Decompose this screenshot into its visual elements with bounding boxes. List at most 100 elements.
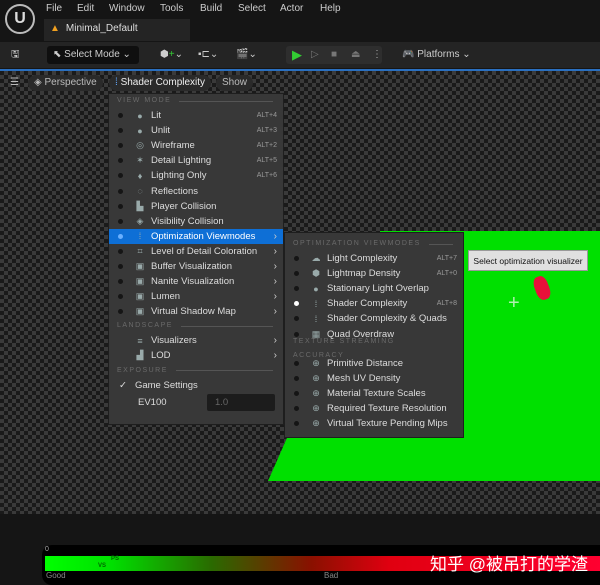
radio-icon — [294, 375, 299, 381]
menu-item-shader-complexity-quads[interactable]: ⁞ Shader Complexity & Quads — [285, 311, 463, 326]
radio-icon — [118, 294, 123, 300]
menu-window[interactable]: Window — [109, 3, 145, 14]
legend-good: Good — [46, 571, 66, 580]
stop-icon[interactable]: ■ — [331, 46, 337, 64]
select-mode-dropdown[interactable]: ⬉ Select Mode ⌄ — [47, 46, 139, 64]
menu-item-quad-overdraw[interactable]: ▦ Quad Overdraw — [285, 326, 463, 341]
menu-item-label: Primitive Distance — [327, 357, 404, 369]
menu-item-label: Shader Complexity — [327, 298, 408, 310]
step-icon[interactable]: ▷ — [311, 46, 319, 64]
unreal-logo-icon[interactable]: U — [5, 4, 35, 34]
radio-icon — [294, 286, 299, 292]
menu-item-material-texture-scales[interactable]: ⊕ Material Texture Scales — [285, 386, 463, 401]
game-settings-toggle[interactable]: ✓ Game Settings — [109, 378, 283, 393]
cursor-icon: ⬉ — [53, 49, 65, 60]
level-tab[interactable]: ▲ Minimal_Default — [44, 19, 190, 41]
platforms-dropdown[interactable]: 🎮 Platforms ⌄ — [402, 46, 471, 64]
menu-item-primitive-distance[interactable]: ⊕ Primitive Distance — [285, 356, 463, 371]
show-button[interactable]: Show — [216, 75, 254, 91]
hamburger-menu-icon[interactable]: ☰ — [4, 75, 25, 91]
gamepad-icon: 🎮 — [402, 49, 418, 60]
shortcut-label: ALT+5 — [256, 157, 277, 165]
menu-item-label: Optimization Viewmodes — [151, 230, 256, 242]
section-exposure: EXPOSURE — [109, 364, 283, 378]
radio-icon — [294, 360, 299, 366]
radio-icon — [118, 218, 123, 224]
menu-item-lit[interactable]: ● Lit ALT+4 — [109, 108, 283, 123]
menu-item-virtual-texture-pending-mips[interactable]: ⊕ Virtual Texture Pending Mips — [285, 416, 463, 431]
player-collision-icon: ▙ — [136, 200, 144, 211]
shader-complexity-icon: ⁞ — [314, 298, 318, 309]
cinematics-button[interactable]: 🎬⌄ — [236, 46, 257, 64]
view-mode-button[interactable]: ⁞ Shader Complexity — [109, 75, 212, 91]
shortcut-label: ALT+0 — [436, 270, 457, 278]
menu-item-wireframe[interactable]: ◎ Wireframe ALT+2 — [109, 138, 283, 153]
radio-icon — [118, 188, 123, 194]
optimization-viewmodes-icon: ⁞ — [138, 231, 142, 242]
menu-build[interactable]: Build — [200, 3, 222, 14]
menu-item-shader-complexity[interactable]: ⁞ Shader Complexity ALT+8 — [285, 296, 463, 311]
menu-item-player-collision[interactable]: ▙ Player Collision — [109, 199, 283, 214]
menu-edit[interactable]: Edit — [77, 3, 94, 14]
watermark: 知乎 @被吊打的学渣 — [430, 555, 588, 574]
menu-item-reflections[interactable]: ◌ Reflections — [109, 183, 283, 198]
menu-help[interactable]: Help — [320, 3, 341, 14]
menu-item-lod[interactable]: ▟ LOD › — [109, 348, 283, 363]
unlit-icon: ● — [137, 125, 143, 136]
menu-item-label: Required Texture Resolution — [327, 402, 447, 414]
lightmap-density-icon: ⬢ — [312, 268, 320, 279]
radio-icon — [294, 420, 299, 426]
menu-item-detail-lighting[interactable]: ✶ Detail Lighting ALT+5 — [109, 153, 283, 168]
radio-icon — [294, 256, 299, 262]
menu-item-virtual-shadow-map[interactable]: ▣ Virtual Shadow Map › — [109, 304, 283, 319]
lod-icon: ▟ — [136, 350, 144, 361]
radio-icon — [294, 316, 299, 322]
menu-item-label: Lumen — [151, 291, 181, 303]
menu-item-light-complexity[interactable]: ☁ Light Complexity ALT+7 — [285, 251, 463, 266]
stationary-light-overlap-icon: ● — [313, 283, 319, 294]
menu-file[interactable]: File — [46, 3, 62, 14]
save-icon[interactable]: 🖫 — [11, 46, 20, 64]
menu-item-label: Light Complexity — [327, 253, 398, 265]
blueprint-button[interactable]: ▪⊏⌄ — [198, 46, 218, 64]
menu-item-buffer-visualization[interactable]: ▣ Buffer Visualization › — [109, 259, 283, 274]
menu-select[interactable]: Select — [238, 3, 266, 14]
menu-item-lumen[interactable]: ▣ Lumen › — [109, 289, 283, 304]
menu-item-level-of-detail-coloration[interactable]: ⌗ Level of Detail Coloration › — [109, 244, 283, 259]
eject-icon[interactable]: ⏏ — [351, 46, 360, 64]
menu-item-stationary-light-overlap[interactable]: ● Stationary Light Overlap — [285, 281, 463, 296]
menu-item-label: Virtual Texture Pending Mips — [327, 417, 448, 429]
menu-item-label: Material Texture Scales — [327, 387, 426, 399]
menu-item-mesh-uv-density[interactable]: ⊕ Mesh UV Density — [285, 371, 463, 386]
more-options-icon[interactable]: ⋮ — [372, 46, 382, 64]
menu-item-lighting-only[interactable]: ♦ Lighting Only ALT+6 — [109, 168, 283, 183]
nanite-visualization-icon: ▣ — [135, 276, 145, 287]
chevron-right-icon: › — [273, 276, 277, 288]
chevron-right-icon: › — [273, 230, 277, 242]
radio-icon — [118, 248, 123, 254]
menu-bar: U File Edit Window Tools Build Select Ac… — [0, 0, 600, 42]
legend-vs: VS — [98, 563, 107, 569]
menu-item-optimization-viewmodes[interactable]: ⁞ Optimization Viewmodes › — [109, 228, 283, 244]
radio-icon — [118, 143, 123, 149]
quad-overdraw-icon: ▦ — [311, 328, 321, 339]
menu-item-visualizers[interactable]: ≡ Visualizers › — [109, 333, 283, 348]
ev100-input[interactable]: 1.0 — [207, 394, 275, 412]
visualizers-icon: ≡ — [137, 335, 143, 346]
menu-item-visibility-collision[interactable]: ◈ Visibility Collision — [109, 214, 283, 229]
menu-item-nanite-visualization[interactable]: ▣ Nanite Visualization › — [109, 274, 283, 289]
section-texture-streaming: TEXTURE STREAMING ACCURACY — [285, 338, 463, 359]
perspective-button[interactable]: ◈ Perspective — [28, 75, 103, 91]
menu-actor[interactable]: Actor — [280, 3, 303, 14]
radio-icon — [118, 279, 123, 285]
menu-tools[interactable]: Tools — [160, 3, 183, 14]
menu-item-required-texture-resolution[interactable]: ⊕ Required Texture Resolution — [285, 401, 463, 416]
radio-icon — [118, 158, 123, 164]
menu-item-label: Lighting Only — [151, 170, 207, 182]
add-actor-button[interactable]: ⬢+⌄ — [160, 46, 183, 64]
play-icon[interactable]: ▶ — [292, 46, 302, 64]
chevron-right-icon: › — [273, 306, 277, 318]
section-optimization: OPTIMIZATION VIEWMODES — [285, 237, 463, 251]
menu-item-unlit[interactable]: ● Unlit ALT+3 — [109, 123, 283, 138]
menu-item-lightmap-density[interactable]: ⬢ Lightmap Density ALT+0 — [285, 266, 463, 281]
